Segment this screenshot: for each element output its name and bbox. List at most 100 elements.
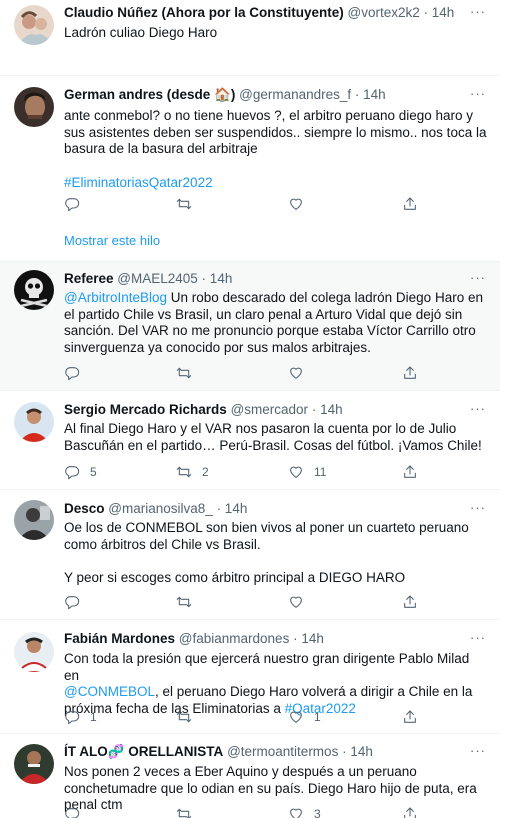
timestamp[interactable]: · 14h [355,87,386,102]
share-button[interactable] [402,708,418,726]
like-button[interactable]: 11 [288,463,326,481]
tweet-header: Claudio Núñez (Ahora por la Constituyent… [64,4,488,22]
tweet-header: Referee @MAEL2405 · 14h [64,270,488,288]
hashtag-link[interactable]: #EliminatoriasQatar2022 [64,175,488,192]
like-count: 11 [314,465,327,479]
user-handle[interactable]: @marianosilva8_ [108,501,213,516]
share-icon [404,807,416,818]
avatar[interactable] [14,632,54,672]
share-button[interactable] [402,463,418,481]
tweet-header: Sergio Mercado Richards @smercador · 14h [64,401,488,419]
timestamp[interactable]: · 14h [312,402,343,417]
heart-icon [290,711,302,723]
like-count: 1 [314,710,321,724]
share-button[interactable] [402,195,418,213]
reply-icon [65,808,80,818]
tweet-header: Fabián Mardones @fabianmardones · 14h [64,630,488,648]
display-name[interactable]: Sergio Mercado Richards [64,402,227,417]
heart-icon [290,596,302,608]
tweet-text: ante conmebol? o no tiene huevos ?, el a… [64,108,487,156]
like-button[interactable] [288,195,304,213]
heart-icon [290,198,302,210]
retweet-button[interactable] [176,708,192,726]
tweet-text: @ArbitroInteBlog Un robo descarado del c… [64,290,488,356]
show-thread-link[interactable]: Mostrar este hilo [64,233,160,248]
tweet-text: Oe los de CONMEBOL son bien vivos al pon… [64,520,469,585]
share-button[interactable] [402,364,418,382]
tweet-actions [64,364,434,382]
retweet-button[interactable] [176,805,192,818]
display-name[interactable]: ÍT ALO🧬 ORELLANISTA [64,744,223,759]
reply-button[interactable]: 1 [64,708,97,726]
tweet[interactable]: ··· German andres (desde 🏠) @germanandre… [0,76,500,262]
like-button[interactable] [288,593,304,611]
tweet[interactable]: ··· Referee @MAEL2405 · 14h @ArbitroInte… [0,262,500,391]
user-handle[interactable]: @fabianmardones [179,631,290,646]
mention-link[interactable]: @ArbitroInteBlog [64,290,167,305]
heart-icon [290,808,302,818]
user-handle[interactable]: @vortex2k2 [348,5,420,20]
timestamp[interactable]: · 14h [293,631,324,646]
tweet[interactable]: ··· Claudio Núñez (Ahora por la Constitu… [0,0,500,76]
retweet-icon [176,808,192,818]
tweet[interactable]: ··· ÍT ALO🧬 ORELLANISTA @termoantitermos… [0,734,500,818]
share-icon [404,595,416,608]
retweet-button[interactable] [176,195,192,213]
tweet-text: Ladrón culiao Diego Haro [64,25,218,40]
retweet-button[interactable]: 2 [176,463,209,481]
tweet[interactable]: ··· Fabián Mardones @fabianmardones · 14… [0,620,500,734]
avatar[interactable] [14,402,54,442]
user-handle[interactable]: @MAEL2405 [117,271,198,286]
avatar[interactable] [14,270,54,310]
reply-button[interactable]: 5 [64,463,97,481]
retweet-icon [176,711,192,723]
tweet-actions [64,195,434,213]
reply-icon [65,596,80,610]
like-button[interactable]: 3 [288,805,321,818]
share-icon [404,366,416,379]
reply-button[interactable] [64,805,80,818]
timestamp[interactable]: · 14h [342,744,373,759]
tweet-actions [64,593,434,611]
reply-button[interactable] [64,195,80,213]
user-handle[interactable]: @termoantitermos [227,744,338,759]
retweet-button[interactable] [176,593,192,611]
retweet-count: 2 [202,465,209,479]
like-button[interactable]: 1 [288,708,321,726]
avatar[interactable] [14,5,54,45]
user-handle[interactable]: @germanandres_f [239,87,351,102]
reply-count: 1 [90,710,97,724]
display-name[interactable]: German andres (desde 🏠) [64,87,235,102]
share-button[interactable] [402,805,418,818]
share-button[interactable] [402,593,418,611]
timestamp[interactable]: · 14h [217,501,248,516]
timestamp[interactable]: · 14h [424,5,455,20]
display-name[interactable]: Claudio Núñez (Ahora por la Constituyent… [64,5,344,20]
tweet[interactable]: ··· Sergio Mercado Richards @smercador ·… [0,391,500,490]
avatar[interactable] [14,500,54,540]
display-name[interactable]: Fabián Mardones [64,631,175,646]
user-handle[interactable]: @smercador [231,402,308,417]
display-name[interactable]: Desco [64,501,105,516]
tweet-header: German andres (desde 🏠) @germanandres_f … [64,86,488,104]
mention-link[interactable]: @CONMEBOL [64,684,155,699]
retweet-icon [176,466,192,478]
reply-button[interactable] [64,593,80,611]
reply-button[interactable] [64,364,80,382]
retweet-icon [176,367,192,379]
avatar[interactable] [14,87,54,127]
tweet-actions: 5 2 11 [64,463,434,481]
tweet[interactable]: ··· Desco @marianosilva8_ · 14h Oe los d… [0,490,500,620]
retweet-button[interactable] [176,364,192,382]
like-count: 3 [314,807,321,818]
share-icon [404,710,416,723]
display-name[interactable]: Referee [64,271,114,286]
tweet-text: Al final Diego Haro y el VAR nos pasaron… [64,421,482,453]
tweet-header: ÍT ALO🧬 ORELLANISTA @termoantitermos · 1… [64,743,488,761]
tweet-actions: 3 [64,805,434,818]
timestamp[interactable]: · 14h [202,271,233,286]
avatar[interactable] [14,744,54,784]
reply-icon [65,711,80,725]
share-icon [404,197,416,210]
like-button[interactable] [288,364,304,382]
